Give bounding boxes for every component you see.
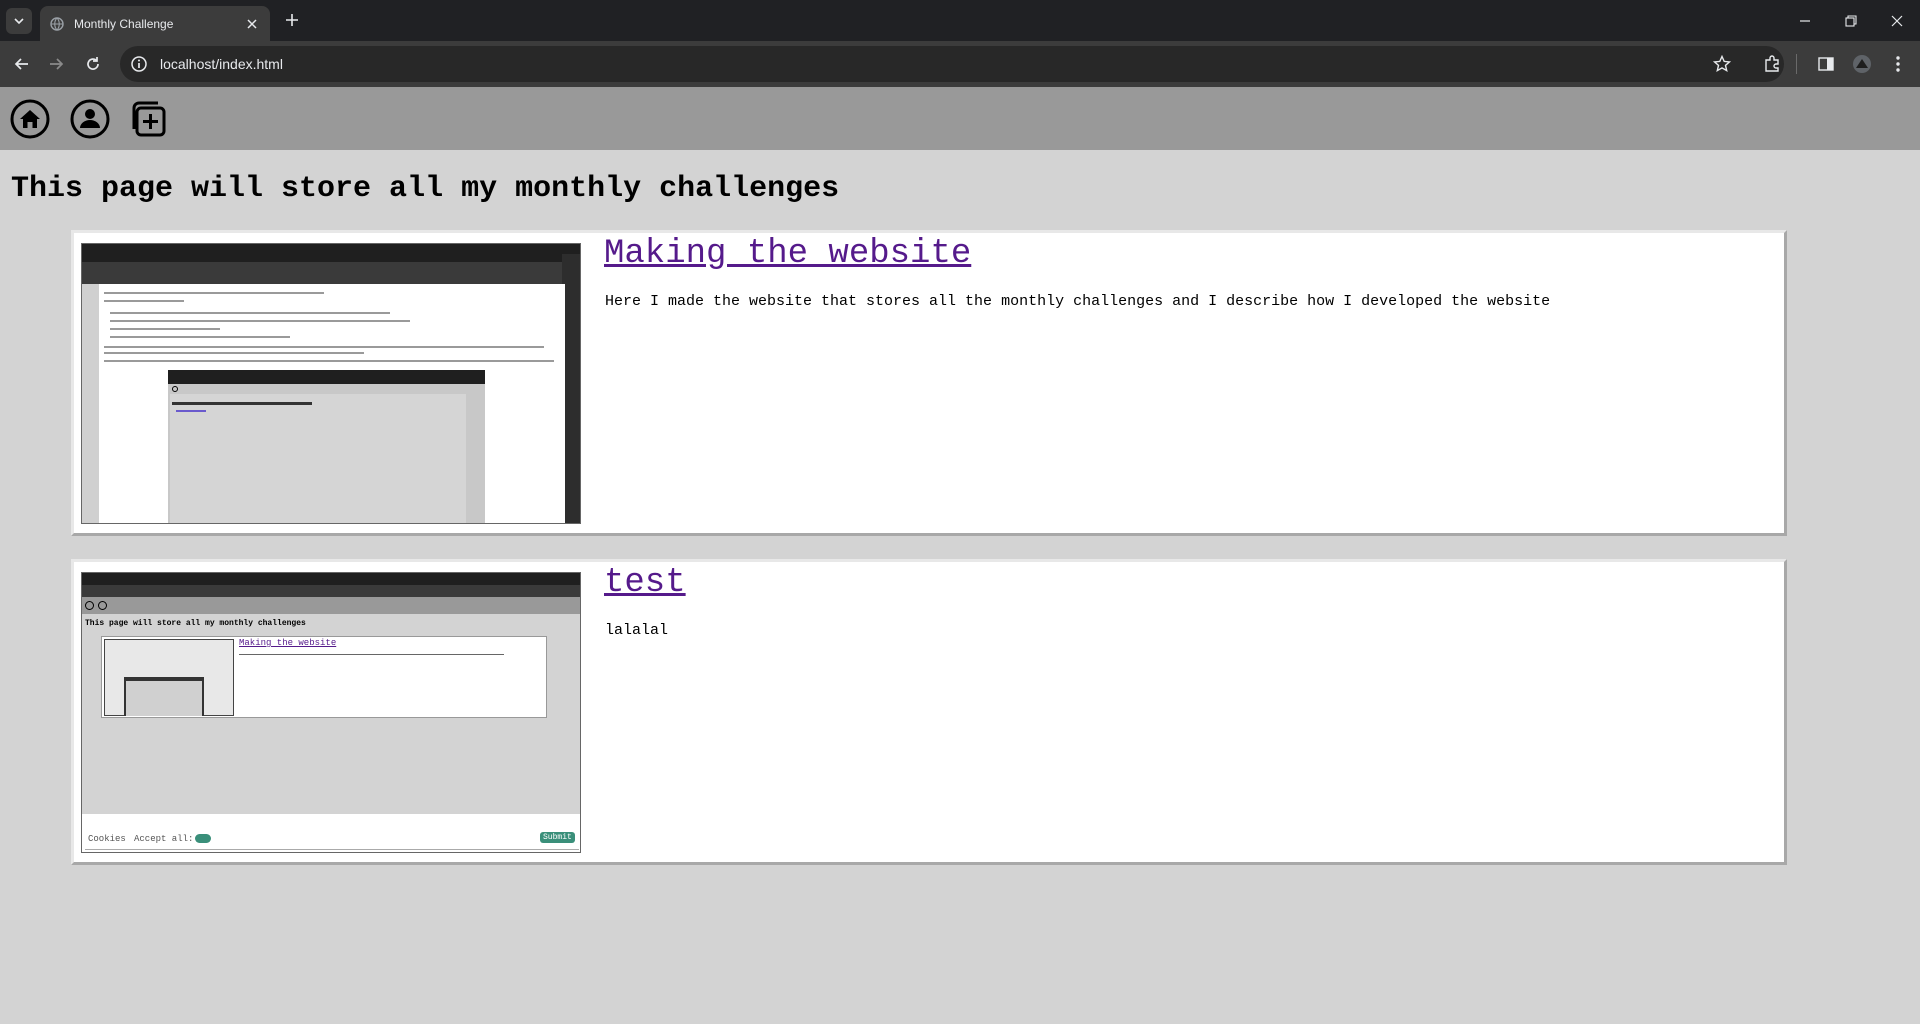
arrow-right-icon [50, 58, 64, 70]
user-icon[interactable] [70, 99, 110, 139]
address-bar[interactable]: localhost/index.html [120, 46, 1784, 82]
new-tab-button[interactable] [282, 10, 302, 30]
reload-button[interactable] [81, 52, 105, 76]
minimize-icon [1800, 19, 1810, 22]
challenge-description: Here I made the website that stores all … [605, 293, 1551, 310]
plus-icon [286, 14, 298, 26]
kebab-menu-icon [1896, 56, 1900, 72]
bookmark-button[interactable] [1710, 52, 1734, 76]
challenge-title-link[interactable]: Making the website [604, 235, 971, 273]
challenge-card: Making the website Here I made the websi… [71, 230, 1787, 536]
browser-toolbar: localhost/index.html [0, 41, 1920, 87]
extensions-button[interactable] [1760, 52, 1784, 76]
restore-button[interactable] [1828, 0, 1874, 41]
back-button[interactable] [10, 52, 34, 76]
star-icon [1713, 55, 1731, 73]
challenge-thumbnail [81, 243, 581, 524]
home-icon[interactable] [10, 99, 50, 139]
profile-button[interactable] [1850, 52, 1874, 76]
side-panel-button[interactable] [1814, 52, 1838, 76]
site-navbar [0, 87, 1920, 150]
close-tab-icon[interactable] [244, 16, 260, 32]
browser-tab[interactable]: Monthly Challenge [40, 6, 270, 41]
thumbnail-accept-label: Accept all: [134, 834, 194, 844]
arrow-left-icon [14, 58, 28, 70]
info-icon[interactable] [130, 55, 148, 73]
chevron-down-icon [14, 18, 24, 25]
menu-button[interactable] [1886, 52, 1910, 76]
add-post-icon[interactable] [130, 99, 170, 139]
page-title: This page will store all my monthly chal… [11, 172, 840, 206]
challenge-description: lalalal [605, 622, 669, 639]
challenge-thumbnail: This page will store all my monthly chal… [81, 572, 581, 853]
globe-icon [50, 16, 64, 31]
tab-search-button[interactable] [6, 8, 32, 34]
thumbnail-cookies-label: Cookies [88, 834, 126, 844]
thumbnail-heading: This page will store all my monthly chal… [85, 619, 306, 628]
thumbnail-card-title: Making the website [239, 638, 337, 648]
url-text[interactable]: localhost/index.html [160, 56, 283, 72]
profile-avatar-icon [1853, 55, 1871, 73]
puzzle-icon [1765, 55, 1779, 72]
toolbar-divider [1796, 54, 1797, 74]
side-panel-icon [1818, 57, 1834, 71]
tab-title: Monthly Challenge [74, 16, 174, 31]
browser-tab-bar: Monthly Challenge [0, 0, 1920, 41]
challenge-card: This page will store all my monthly chal… [71, 559, 1787, 865]
restore-icon [1845, 14, 1857, 27]
thumbnail-submit-button: Submit [540, 832, 575, 843]
minimize-button[interactable] [1782, 0, 1828, 41]
forward-button[interactable] [44, 52, 68, 76]
close-icon [1891, 15, 1903, 26]
challenge-title-link[interactable]: test [604, 564, 686, 602]
reload-icon [87, 57, 99, 70]
page-content: This page will store all my monthly chal… [0, 87, 1920, 1024]
close-window-button[interactable] [1874, 0, 1920, 41]
